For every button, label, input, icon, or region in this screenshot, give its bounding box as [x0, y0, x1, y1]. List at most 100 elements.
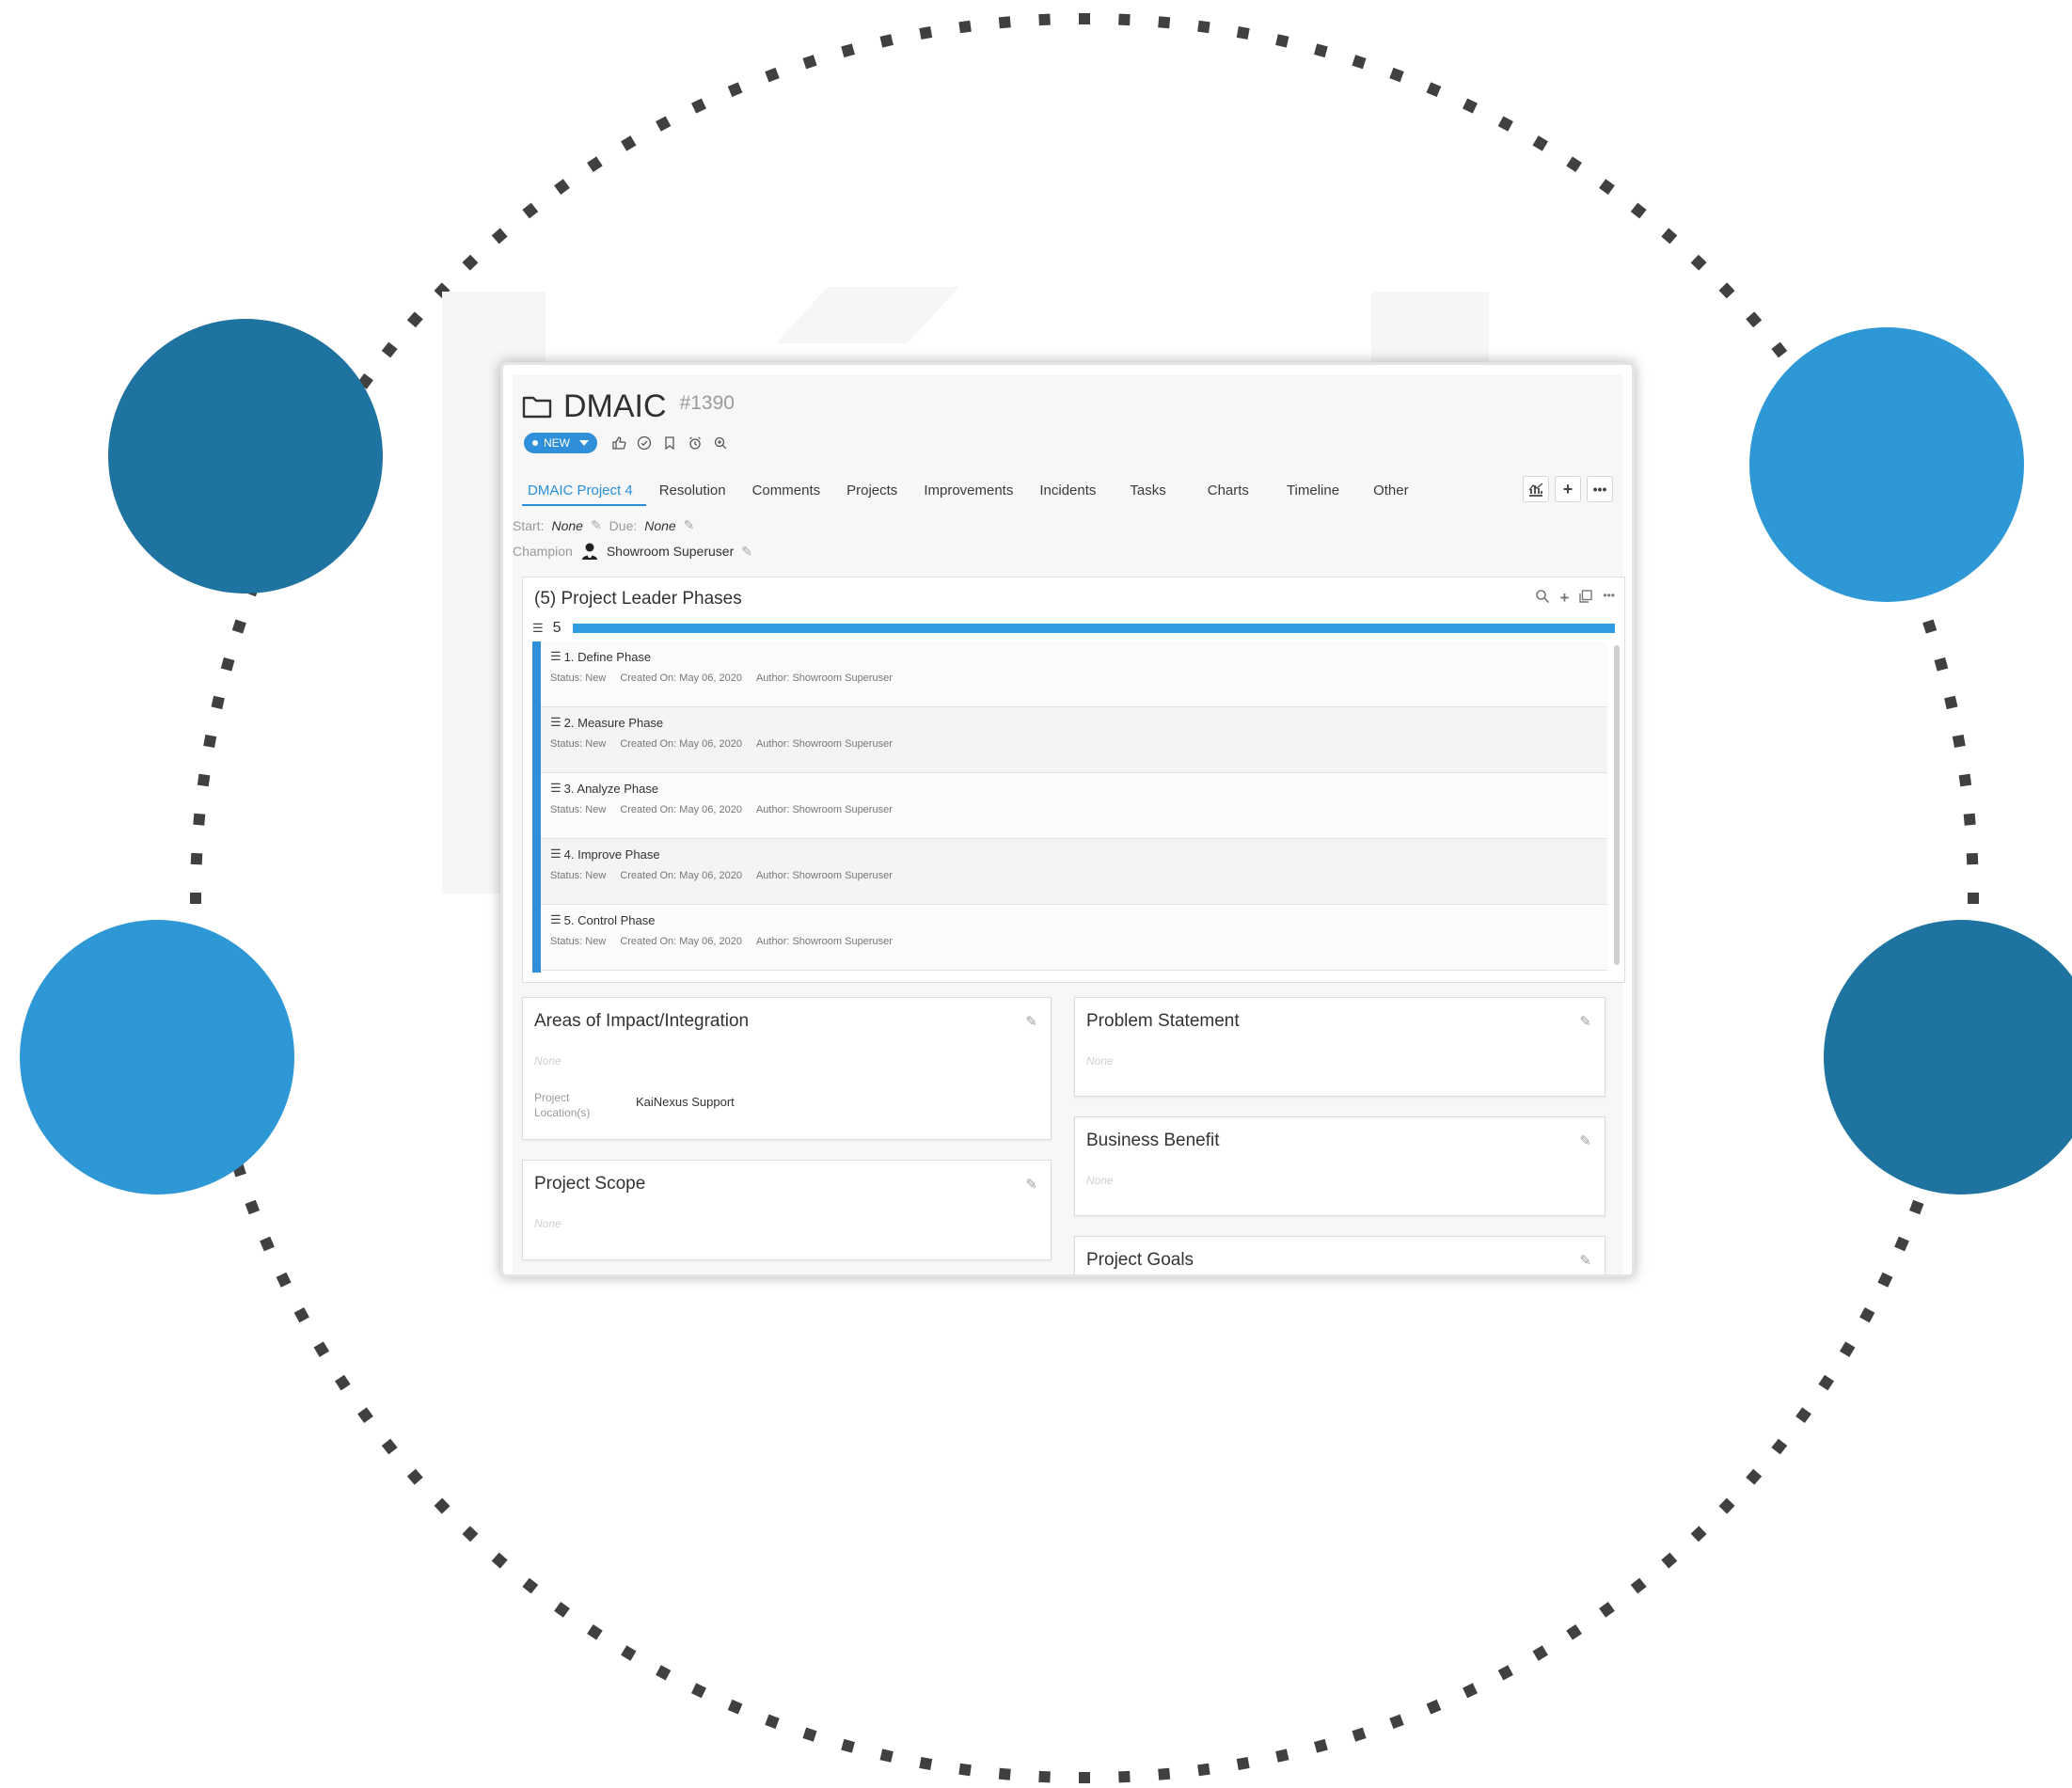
status-dot-icon — [532, 440, 538, 446]
ring-dot — [220, 657, 235, 672]
list-item[interactable]: ☰ 4. Improve Phase Status: New Created On:… — [541, 839, 1607, 905]
list-icon: ☰ — [550, 715, 561, 729]
start-value[interactable]: None — [551, 518, 582, 533]
pencil-icon[interactable]: ✎ — [1025, 1176, 1037, 1193]
tab-timeline[interactable]: Timeline — [1270, 478, 1356, 504]
check-circle-icon[interactable] — [636, 435, 652, 451]
item-title: 1. Define Phase — [563, 649, 652, 664]
pencil-icon[interactable]: ✎ — [1579, 1252, 1591, 1269]
alarm-clock-icon[interactable] — [687, 435, 703, 451]
tab-tasks[interactable]: Tasks — [1109, 478, 1186, 504]
more-icon[interactable]: ••• — [1587, 476, 1613, 502]
tab-comments[interactable]: Comments — [739, 478, 834, 504]
dates-row: Start: None ✎ Due: None ✎ — [513, 517, 694, 533]
tab-projects[interactable]: Projects — [833, 478, 910, 504]
item-author: Author: Showroom Superuser — [755, 738, 893, 750]
pencil-icon[interactable]: ✎ — [741, 544, 752, 560]
champion-value[interactable]: Showroom Superuser — [607, 544, 734, 559]
item-created: Created On: May 06, 2020 — [620, 870, 742, 881]
ring-dot — [1352, 1727, 1367, 1742]
ring-dot — [1963, 813, 1976, 826]
list-item[interactable]: ☰ 5. Control Phase Status: New Created On:… — [541, 905, 1607, 971]
tab-incidents[interactable]: Incidents — [1026, 478, 1109, 504]
ring-dot — [462, 254, 479, 271]
list-item[interactable]: ☰ 2. Measure Phase Status: New Created On:… — [541, 707, 1607, 773]
ring-dot — [1839, 1341, 1856, 1357]
ring-dot — [245, 1199, 261, 1215]
tab-improvements[interactable]: Improvements — [910, 478, 1026, 504]
ring-dot — [1566, 1623, 1582, 1640]
pencil-icon[interactable]: ✎ — [1579, 1132, 1591, 1149]
progress-row: ☰ 5 — [532, 620, 1615, 636]
list-icon: ☰ — [550, 847, 561, 861]
item-title: 5. Control Phase — [563, 912, 656, 927]
ring-dot — [293, 1306, 309, 1323]
ring-dot — [203, 735, 217, 748]
ring-dot — [231, 619, 246, 634]
ring-dot — [1661, 228, 1678, 245]
ring-dot — [958, 20, 972, 34]
areas-card: Areas of Impact/Integration ✎ None Proje… — [522, 997, 1052, 1140]
tab-other[interactable]: Other — [1356, 478, 1426, 504]
pencil-icon[interactable]: ✎ — [1025, 1013, 1037, 1030]
pencil-icon[interactable]: ✎ — [591, 517, 602, 533]
pencil-icon[interactable]: ✎ — [684, 517, 695, 533]
ring-dot — [1497, 1665, 1513, 1681]
ring-dot — [1966, 852, 1979, 865]
ring-dot — [1894, 1236, 1909, 1252]
ring-dot — [1968, 893, 1979, 904]
plus-icon[interactable]: + — [1559, 589, 1569, 609]
phases-panel: (5) Project Leader Phases + ••• ☰ 5 ☰ 1. … — [522, 577, 1625, 983]
item-title: 3. Analyze Phase — [563, 781, 659, 796]
ring-dot — [1275, 34, 1289, 48]
ring-dot — [313, 1341, 330, 1357]
problem-card: Problem Statement ✎ None — [1074, 997, 1605, 1097]
ring-dot — [1118, 13, 1131, 26]
champion-row: Champion Showroom Superuser ✎ — [513, 542, 752, 561]
ring-dot — [491, 1552, 508, 1569]
tab-bar: DMAIC Project 4 Resolution Comments Proj… — [522, 478, 1426, 506]
light-blue-circle-top-right — [1749, 327, 2024, 602]
list-icon: ☰ — [550, 912, 561, 926]
zoom-icon[interactable] — [712, 435, 728, 451]
tab-dmaic-project-4[interactable]: DMAIC Project 4 — [522, 478, 646, 506]
ring-dot — [1197, 20, 1210, 34]
ring-dot — [190, 852, 203, 865]
pencil-icon[interactable]: ✎ — [1579, 1013, 1591, 1030]
avatar-icon — [580, 542, 599, 561]
ring-dot — [919, 26, 933, 40]
ring-dot — [1599, 179, 1615, 195]
ring-dot — [690, 1683, 707, 1699]
empty-value: None — [1086, 1174, 1114, 1187]
ring-dot — [1236, 26, 1250, 40]
ring-dot — [1314, 43, 1328, 58]
due-value[interactable]: None — [644, 518, 675, 533]
scrollbar[interactable] — [1614, 645, 1620, 965]
ring-dot — [1771, 341, 1788, 358]
thumbs-up-icon[interactable] — [610, 435, 626, 451]
ring-dot — [334, 1374, 351, 1391]
ring-dot — [1746, 311, 1763, 328]
ring-dot — [841, 1738, 855, 1753]
tab-charts[interactable]: Charts — [1187, 478, 1270, 504]
copy-icon[interactable] — [1578, 589, 1593, 609]
ring-dot — [554, 1602, 570, 1618]
background-ghost-stripe — [776, 287, 959, 343]
ring-dot — [406, 311, 423, 328]
ring-dot — [802, 55, 817, 70]
phase-list: ☰ 1. Define Phase Status: New Created On: … — [532, 641, 1607, 973]
ring-dot — [1118, 1770, 1131, 1783]
chart-icon[interactable] — [1523, 476, 1549, 502]
search-icon[interactable] — [1535, 589, 1550, 609]
ring-dot — [1718, 1497, 1735, 1514]
item-author: Author: Showroom Superuser — [755, 672, 893, 684]
status-dropdown[interactable]: NEW — [524, 433, 597, 453]
bookmark-icon[interactable] — [661, 435, 677, 451]
more-icon[interactable]: ••• — [1603, 589, 1615, 609]
plus-icon[interactable]: + — [1555, 476, 1581, 502]
list-item[interactable]: ☰ 1. Define Phase Status: New Created On: … — [541, 641, 1607, 707]
empty-value: None — [534, 1217, 561, 1230]
tab-resolution[interactable]: Resolution — [646, 478, 739, 504]
list-item[interactable]: ☰ 3. Analyze Phase Status: New Created On:… — [541, 773, 1607, 839]
ring-dot — [621, 1645, 637, 1661]
